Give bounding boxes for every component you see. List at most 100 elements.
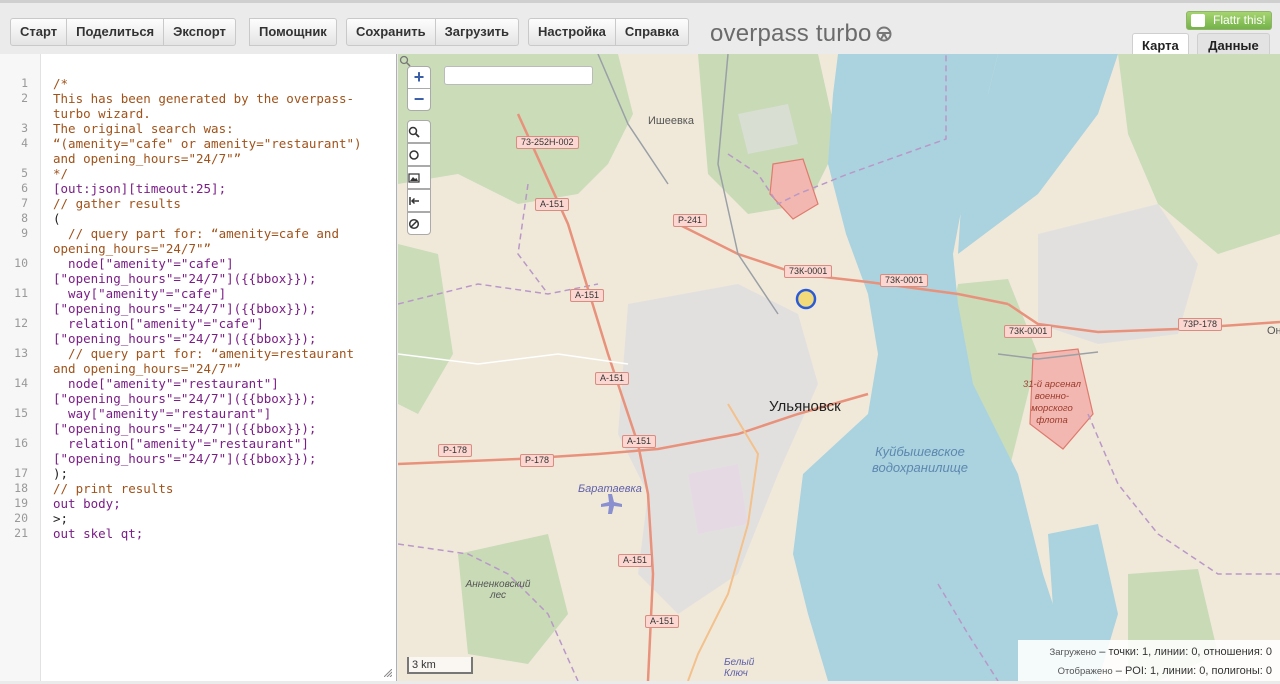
flattr-button[interactable]: Flattr this! (1186, 11, 1272, 30)
code-line: ["opening_hours"="24/7"]({{bbox}}); (53, 271, 317, 286)
road-shield: А-151 (570, 289, 605, 302)
code-line: // gather results (53, 196, 181, 211)
code-line: opening_hours="24/7"” (53, 241, 212, 256)
file-button-group: Старт Поделиться Экспорт (10, 18, 236, 46)
code-line: [out:json][timeout:25]; (53, 181, 227, 196)
search-icon[interactable] (398, 54, 412, 68)
code-line: ["opening_hours"="24/7"]({{bbox}}); (53, 301, 317, 316)
overpass-turbo-app: Старт Поделиться Экспорт Помощник Сохран… (0, 0, 1280, 684)
line-number: 14 (14, 376, 28, 390)
scale-bar: 3 km (407, 657, 473, 674)
reservoir-label: Куйбышевское водохранилище (871, 444, 969, 475)
code-line: // print results (53, 481, 174, 496)
line-number: 11 (14, 286, 28, 300)
map-label: Ишеевка (648, 115, 694, 127)
image-icon (408, 173, 420, 183)
load-button[interactable]: Загрузить (435, 18, 520, 46)
data-stats-panel: Загружено – точки: 1, линии: 0, отношени… (1018, 640, 1280, 681)
road-shield: А-151 (595, 372, 630, 385)
line-number: 13 (14, 346, 28, 360)
code-line: and opening_hours="24/7"” (53, 151, 242, 166)
line-number: 15 (14, 406, 28, 420)
help-button[interactable]: Справка (615, 18, 689, 46)
clear-data-button[interactable] (407, 212, 431, 235)
poi-marker[interactable] (795, 288, 817, 310)
share-button[interactable]: Поделиться (67, 18, 165, 46)
road-shield: Р-178 (438, 444, 473, 457)
circle-icon (409, 150, 419, 160)
line-number: 10 (14, 256, 28, 270)
flattr-icon (1191, 14, 1205, 27)
map-label: Белый Ключ (724, 657, 755, 679)
query-editor[interactable]: 1 2 3 4 5 6 7 8 9 10 11 12 13 14 15 16 1… (0, 54, 397, 681)
arrow-left-bar-icon (409, 197, 419, 205)
code-line: out skel qt; (53, 526, 144, 541)
flattr-label: Flattr this! (1213, 13, 1266, 27)
code-line: ); (53, 466, 69, 481)
line-number: 1 (21, 76, 28, 90)
fullscreen-button[interactable] (407, 189, 431, 212)
save-load-button-group: Сохранить Загрузить (346, 18, 520, 46)
code-line: relation["amenity"="restaurant"] (53, 436, 309, 451)
export-button[interactable]: Экспорт (164, 18, 236, 46)
locate-button[interactable] (407, 143, 431, 166)
line-number: 8 (21, 211, 28, 225)
road-shield: 73Р-178 (1178, 318, 1223, 331)
resize-handle-icon[interactable] (384, 669, 392, 677)
code-line: */ (53, 166, 69, 181)
zoom-out-button[interactable]: − (407, 88, 431, 111)
shown-stats: Отображено – POI: 1, линии: 0, полигоны:… (1058, 665, 1272, 677)
line-number: 12 (14, 316, 28, 330)
fit-data-button[interactable] (407, 166, 431, 189)
line-number: 21 (14, 526, 28, 540)
loaded-label: Загружено (1049, 647, 1097, 658)
wizard-button[interactable]: Помощник (249, 18, 337, 46)
code-line: ( (53, 211, 61, 226)
code-line: relation["amenity"="cafe"] (53, 316, 264, 331)
search-location-button[interactable] (407, 120, 431, 143)
code-line: way["amenity"="cafe"] (53, 286, 227, 301)
road-shield: Р-241 (673, 214, 708, 227)
road-shield: 73К-0001 (784, 265, 833, 278)
magnifier-icon (408, 126, 420, 138)
line-number: 18 (14, 481, 28, 495)
start-button[interactable]: Старт (10, 18, 68, 46)
code-line: turbo wizard. (53, 106, 151, 121)
code-line: ["opening_hours"="24/7"]({{bbox}}); (53, 421, 317, 436)
settings-button[interactable]: Настройка (528, 18, 616, 46)
code-line: out body; (53, 496, 121, 511)
loaded-value: – точки: 1, линии: 0, отношения: 0 (1099, 646, 1272, 658)
road-shield: 73К-0001 (1004, 325, 1053, 338)
line-number: 20 (14, 511, 28, 525)
code-line: This has been generated by the overpass- (53, 91, 355, 106)
road-shield: 73К-0001 (880, 274, 929, 287)
zoom-in-button[interactable]: + (407, 66, 431, 89)
line-number: 6 (21, 181, 28, 195)
shown-value: – POI: 1, линии: 0, полигоны: 0 (1115, 665, 1272, 677)
road-shield: Р-178 (520, 454, 555, 467)
code-line: >; (53, 511, 69, 526)
line-number-gutter: 1 2 3 4 5 6 7 8 9 10 11 12 13 14 15 16 1… (0, 54, 41, 681)
save-button[interactable]: Сохранить (346, 18, 436, 46)
code-line: // query part for: “amenity=cafe and (53, 226, 339, 241)
code-line: ["opening_hours"="24/7"]({{bbox}}); (53, 451, 317, 466)
code-line: The original search was: (53, 121, 234, 136)
line-number: 3 (21, 121, 28, 135)
line-number: 9 (21, 226, 28, 240)
loaded-stats: Загружено – точки: 1, линии: 0, отношени… (1050, 646, 1272, 658)
city-label: Ульяновск (769, 398, 841, 415)
code-line: way["amenity"="restaurant"] (53, 406, 272, 421)
steering-wheel-icon (876, 26, 892, 42)
code-line: and opening_hours="24/7"” (53, 361, 242, 376)
line-number: 2 (21, 91, 28, 105)
no-entry-icon (408, 218, 420, 230)
map-search-input[interactable] (444, 66, 593, 85)
map-view[interactable]: Ишеевка Ульяновск Куйбышевское водохрани… (398, 54, 1280, 681)
line-number: 19 (14, 496, 28, 510)
toolbar: Старт Поделиться Экспорт Помощник Сохран… (0, 0, 1280, 58)
shown-label: Отображено (1057, 666, 1113, 677)
line-number: 17 (14, 466, 28, 480)
app-logo: overpass turbo (710, 20, 872, 47)
line-number: 5 (21, 166, 28, 180)
map-label: Он (1267, 325, 1280, 337)
